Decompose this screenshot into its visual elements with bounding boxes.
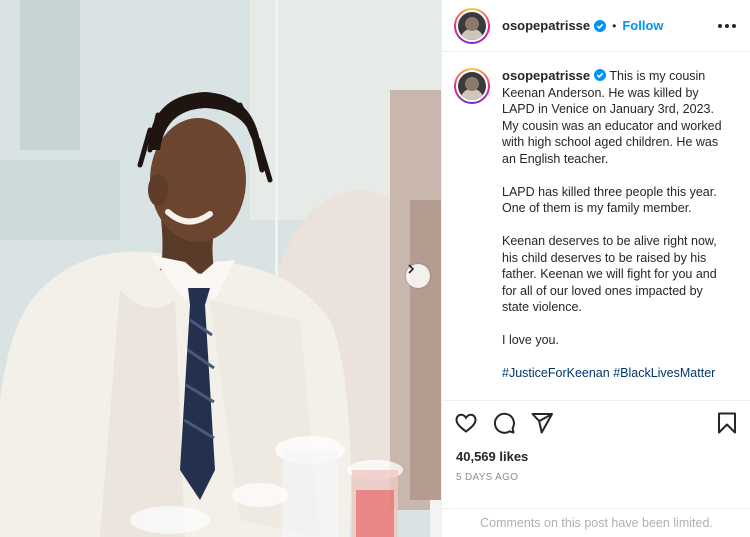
header-separator: • (612, 18, 617, 33)
likes-count[interactable]: 40,569 likes (456, 449, 528, 464)
caption-paragraph-3: Keenan deserves to be alive right now, h… (502, 234, 717, 314)
hashtag-line: #JusticeForKeenan #BlackLivesMatter (502, 365, 731, 382)
caption-paragraph: osopepatrisse This is my cousin Keenan A… (502, 68, 731, 167)
hashtag-link[interactable]: #BlackLivesMatter (613, 366, 715, 380)
caption-paragraph-4: I love you. (502, 333, 559, 347)
hashtag-link[interactable]: #JusticeForKeenan (502, 366, 610, 380)
bookmark-icon (718, 412, 736, 434)
post-header: osopepatrisse • Follow (442, 0, 750, 52)
verified-badge-icon (594, 19, 607, 32)
caption-block: osopepatrisse This is my cousin Keenan A… (442, 52, 750, 399)
comment-icon (493, 412, 515, 434)
next-photo-button[interactable] (406, 264, 430, 288)
caption-text: osopepatrisse This is my cousin Keenan A… (502, 68, 731, 399)
caption-paragraph-2: LAPD has killed three people this year. … (502, 184, 717, 216)
comments-limited-notice: Comments on this post have been limited. (442, 508, 750, 537)
caption-paragraph-1: This is my cousin Keenan Anderson. He wa… (502, 69, 722, 166)
author-avatar[interactable] (454, 7, 490, 44)
heart-icon (455, 413, 477, 433)
save-button[interactable] (715, 411, 739, 435)
post-timestamp[interactable]: 5 DAYS AGO (456, 472, 518, 483)
caption-username[interactable]: osopepatrisse (502, 68, 590, 83)
like-button[interactable] (454, 411, 478, 435)
action-bar (442, 400, 750, 445)
more-options-icon[interactable] (718, 23, 736, 28)
chevron-right-icon (408, 264, 415, 274)
author-username[interactable]: osopepatrisse (502, 18, 590, 33)
verified-badge-icon (594, 69, 607, 81)
post-side-panel: osopepatrisse • Follow osopepatrisse Thi… (441, 0, 750, 537)
follow-button[interactable]: Follow (622, 18, 663, 33)
caption-avatar[interactable] (454, 68, 490, 104)
post-photo[interactable] (0, 0, 441, 537)
share-button[interactable] (530, 411, 554, 435)
instagram-post: osopepatrisse • Follow osopepatrisse Thi… (0, 0, 750, 537)
send-icon (531, 413, 553, 434)
comment-button[interactable] (492, 411, 516, 435)
photo-illustration (0, 0, 441, 537)
